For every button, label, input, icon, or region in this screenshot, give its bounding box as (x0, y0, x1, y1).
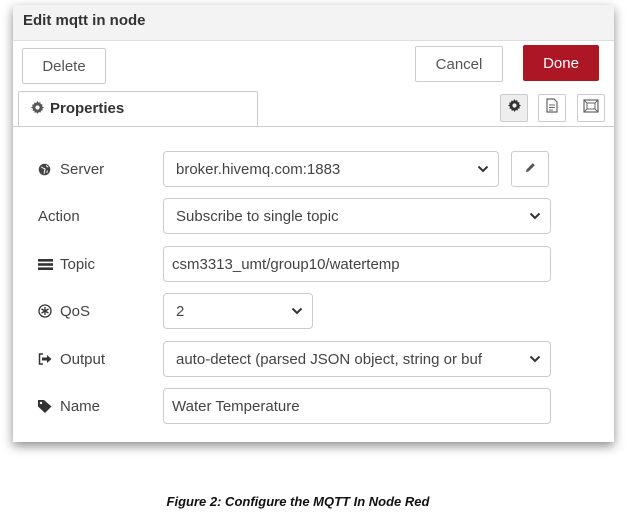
tab-bar: Properties (13, 91, 614, 127)
cancel-button[interactable]: Cancel (415, 46, 503, 82)
delete-button[interactable]: Delete (22, 48, 106, 84)
tab-properties-label: Properties (50, 100, 125, 117)
info-icon (546, 98, 558, 118)
qos-label: QoS (38, 293, 90, 329)
done-button[interactable]: Done (523, 45, 599, 81)
name-input[interactable]: Water Temperature (163, 388, 551, 424)
gear-icon (507, 99, 521, 117)
dialog-title: Edit mqtt in node (23, 12, 146, 29)
dialog-titlebar: Edit mqtt in node (13, 5, 614, 41)
tab-properties[interactable]: Properties (18, 91, 258, 126)
chevron-down-icon (282, 307, 312, 315)
edit-node-dialog: Edit mqtt in node Delete Cancel Done Pro… (13, 5, 614, 442)
gear-icon (31, 100, 44, 117)
qos-icon (38, 304, 56, 318)
topic-label: Topic (38, 246, 95, 282)
pencil-icon (525, 160, 536, 178)
action-select[interactable]: Subscribe to single topic (163, 198, 551, 234)
name-label: Name (38, 388, 100, 424)
edit-server-button[interactable] (511, 151, 549, 187)
tab-settings-icon[interactable] (500, 94, 528, 122)
figure-caption: Figure 2: Configure the MQTT In Node Red (166, 494, 430, 509)
tab-description-icon[interactable] (538, 94, 566, 122)
server-label: Server (38, 151, 104, 187)
topic-input[interactable]: csm3313_umt/group10/watertemp (163, 246, 551, 282)
topic-list-icon (38, 258, 56, 270)
qos-select[interactable]: 2 (163, 293, 313, 329)
output-label: Output (38, 341, 105, 377)
output-icon (38, 353, 56, 365)
action-label: Action (38, 207, 80, 225)
chevron-down-icon (468, 165, 498, 173)
tab-appearance-icon[interactable] (577, 94, 605, 122)
server-select[interactable]: broker.hivemq.com:1883 (163, 151, 499, 187)
frame-icon (583, 98, 599, 118)
chevron-down-icon (520, 212, 550, 220)
output-select[interactable]: auto-detect (parsed JSON object, string … (163, 341, 551, 377)
chevron-down-icon (520, 355, 550, 363)
tag-icon (38, 399, 56, 413)
globe-icon (38, 163, 56, 176)
